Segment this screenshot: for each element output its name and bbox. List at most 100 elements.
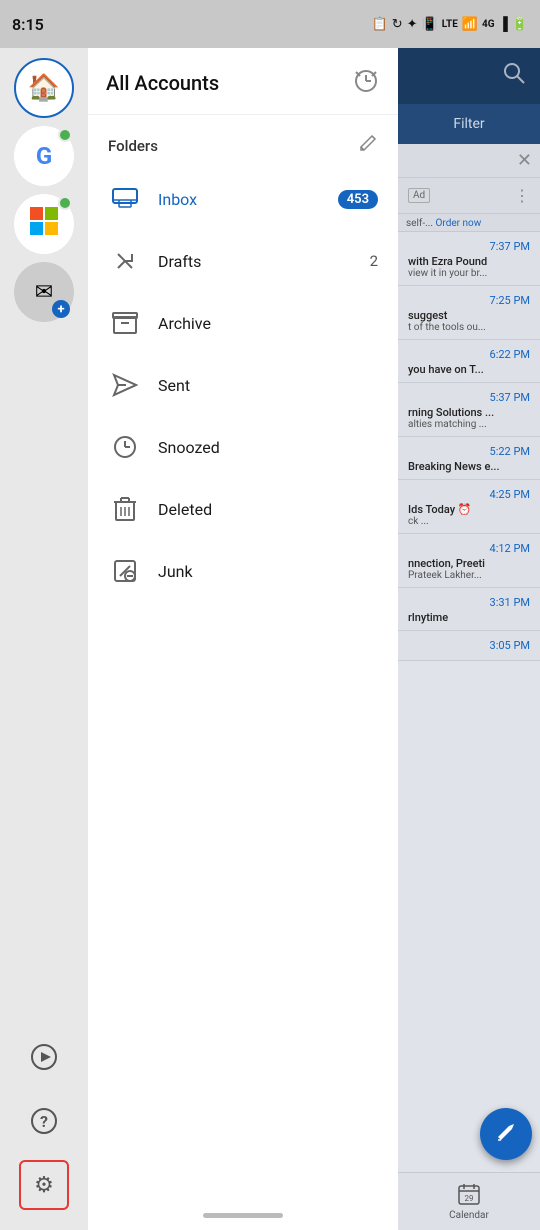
folder-junk-label: Junk: [158, 562, 378, 581]
folder-item-archive[interactable]: Archive: [98, 292, 388, 354]
office-badge: [58, 196, 72, 210]
folder-item-junk[interactable]: Junk: [98, 540, 388, 602]
email-sender-7: rlnytime: [408, 611, 530, 624]
email-time-8: 3:05 PM: [408, 639, 530, 652]
email-time-7: 3:31 PM: [408, 596, 530, 609]
email-row[interactable]: 4:12 PM nnection, Preeti Prateek Lakher.…: [398, 534, 540, 588]
folder-item-deleted[interactable]: Deleted: [98, 478, 388, 540]
email-preview-1: t of the tools ou...: [408, 322, 530, 333]
email-time-4: 5:22 PM: [408, 445, 530, 458]
folder-item-snoozed[interactable]: Snoozed: [98, 416, 388, 478]
office-icon: [28, 205, 60, 243]
mail-add-icon: ✉: [35, 280, 53, 305]
main-header: [398, 48, 540, 104]
email-time-3: 5:37 PM: [408, 391, 530, 404]
drafts-icon: [108, 244, 142, 278]
lte-icon: LTE: [442, 19, 458, 30]
filter-bar[interactable]: Filter: [398, 104, 540, 144]
google-badge: [58, 128, 72, 142]
ad-row: Ad ⋮: [398, 178, 540, 214]
filter-label: Filter: [453, 116, 484, 132]
drawer-header: All Accounts: [88, 48, 398, 115]
app-icon-add-account[interactable]: ✉ +: [14, 262, 74, 322]
battery-icon: 🔋: [512, 17, 528, 32]
ad-badge: Ad: [408, 188, 430, 203]
email-row[interactable]: 7:25 PM suggest t of the tools ou...: [398, 286, 540, 340]
main-content: Filter ✕ Ad ⋮ self-... Order now 7:37 PM…: [398, 48, 540, 1230]
drafts-count: 2: [370, 252, 378, 270]
email-sender-6: nnection, Preeti: [408, 557, 530, 570]
email-preview-6: Prateek Lakher...: [408, 570, 530, 581]
email-row[interactable]: 3:05 PM: [398, 631, 540, 661]
email-row[interactable]: 5:22 PM Breaking News e...: [398, 437, 540, 480]
app-icon-google[interactable]: G: [14, 126, 74, 186]
inbox-icon: [108, 182, 142, 216]
folders-label: Folders: [108, 137, 158, 155]
email-row[interactable]: 6:22 PM you have on T...: [398, 340, 540, 383]
drawer-bottom-bar: [88, 1200, 398, 1230]
email-row[interactable]: 5:37 PM rning Solutions ... alties match…: [398, 383, 540, 437]
email-sender-5: Ids Today ⏰: [408, 503, 530, 516]
inbox-badge: 453: [338, 190, 378, 209]
archive-icon: [108, 306, 142, 340]
alarm-icon[interactable]: [352, 66, 380, 100]
compose-fab-button[interactable]: [480, 1108, 532, 1160]
email-list: ✕ Ad ⋮ self-... Order now 7:37 PM with E…: [398, 144, 540, 1230]
svg-text:29: 29: [465, 1194, 474, 1203]
email-time-0: 7:37 PM: [408, 240, 530, 253]
email-row[interactable]: 4:25 PM Ids Today ⏰ ck ...: [398, 480, 540, 534]
help-button[interactable]: ?: [19, 1096, 69, 1146]
email-sender-3: rning Solutions ...: [408, 406, 530, 419]
bluetooth-icon: ✦: [407, 17, 418, 32]
snoozed-icon: [108, 430, 142, 464]
email-sender-4: Breaking News e...: [408, 460, 530, 473]
email-row[interactable]: 3:31 PM rlnytime: [398, 588, 540, 631]
folder-sent-label: Sent: [158, 376, 378, 395]
4g-icon: 4G: [482, 19, 495, 30]
scroll-indicator: [203, 1213, 283, 1218]
email-sender-0: with Ezra Pound: [408, 255, 530, 268]
sync-icon: ↻: [392, 17, 403, 32]
signal-icon: ▐: [499, 16, 508, 32]
status-icons: 📋 ↻ ✦ 📳 LTE 📶 4G ▐ 🔋: [372, 16, 528, 32]
folder-item-drafts[interactable]: Drafts 2: [98, 230, 388, 292]
drawer-panel: All Accounts Folders: [88, 48, 398, 1230]
folder-archive-label: Archive: [158, 314, 378, 333]
calendar-bar[interactable]: 29 Calendar: [398, 1172, 540, 1230]
email-preview-0: view it in your br...: [408, 268, 530, 279]
calendar-label: Calendar: [449, 1210, 489, 1221]
folder-item-sent[interactable]: Sent: [98, 354, 388, 416]
junk-icon: [108, 554, 142, 588]
play-button[interactable]: [19, 1032, 69, 1082]
wifi-icon: 📶: [462, 17, 478, 32]
calendar-icon: 29: [458, 1183, 480, 1210]
email-row[interactable]: 7:37 PM with Ezra Pound view it in your …: [398, 232, 540, 286]
settings-button[interactable]: ⚙: [19, 1160, 69, 1210]
sent-icon: [108, 368, 142, 402]
email-preview-3: alties matching ...: [408, 419, 530, 430]
home-icon: 🏠: [28, 73, 60, 103]
folders-section: Folders Inbox 453: [88, 115, 398, 1200]
status-bar: 8:15 📋 ↻ ✦ 📳 LTE 📶 4G ▐ 🔋: [0, 0, 540, 48]
drawer-title: All Accounts: [106, 71, 219, 95]
folder-item-inbox[interactable]: Inbox 453: [98, 168, 388, 230]
email-time-5: 4:25 PM: [408, 488, 530, 501]
email-time-6: 4:12 PM: [408, 542, 530, 555]
edit-icon[interactable]: [358, 133, 378, 158]
ad-menu-icon[interactable]: ⋮: [514, 186, 530, 205]
app-icon-home[interactable]: 🏠: [14, 58, 74, 118]
search-icon[interactable]: [502, 61, 526, 91]
folder-deleted-label: Deleted: [158, 500, 378, 519]
folder-inbox-label: Inbox: [158, 190, 338, 209]
close-icon[interactable]: ✕: [517, 150, 532, 171]
order-now-link[interactable]: Order now: [436, 218, 482, 229]
email-time-2: 6:22 PM: [408, 348, 530, 361]
vibrate-icon: 📳: [422, 17, 438, 32]
ad-preview: self-... Order now: [398, 214, 540, 232]
app-icon-office[interactable]: [14, 194, 74, 254]
folder-snoozed-label: Snoozed: [158, 438, 378, 457]
deleted-icon: [108, 492, 142, 526]
compose-icon: [495, 1121, 517, 1148]
email-time-1: 7:25 PM: [408, 294, 530, 307]
folders-header: Folders: [98, 115, 388, 168]
